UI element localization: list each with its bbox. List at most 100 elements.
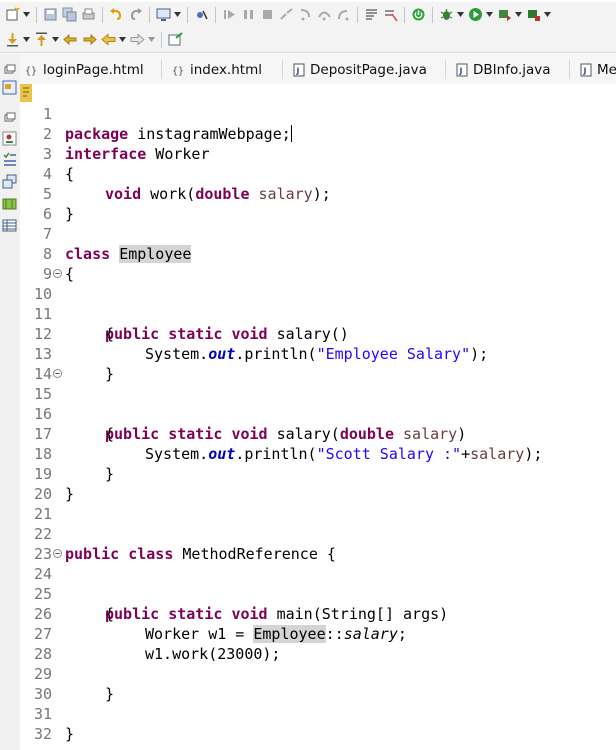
code-line: 1 package instagramWebpage; [20, 84, 616, 143]
open-task-icon[interactable] [168, 32, 183, 47]
use-step-filters-icon[interactable] [383, 7, 398, 22]
chevron-down-icon[interactable] [51, 32, 59, 47]
tab-label: DBInfo.java [473, 61, 551, 78]
chevron-down-icon[interactable] [118, 32, 126, 47]
toggle-comment-icon[interactable] [364, 7, 379, 22]
code-line: 20 [20, 464, 616, 503]
code-text: } [65, 724, 74, 744]
code-line: 30 [20, 664, 616, 703]
toolbar-separator [187, 6, 188, 23]
code-line: 3 { [20, 124, 616, 183]
disconnect-icon[interactable] [279, 7, 294, 22]
previous-annotation-icon[interactable] [34, 32, 49, 47]
undo-icon[interactable] [109, 7, 124, 22]
tab-label: loginPage.html [43, 61, 144, 78]
chevron-down-icon[interactable] [485, 7, 493, 22]
package-explorer-icon[interactable] [2, 80, 17, 95]
back-icon[interactable] [101, 32, 116, 47]
tab-label: Me [597, 61, 616, 78]
server-start-icon[interactable] [411, 7, 426, 22]
collapse-icon[interactable] [53, 369, 62, 378]
svg-text:{}: {} [25, 66, 37, 77]
chevron-down-icon[interactable] [147, 32, 155, 47]
code-line: 11 { [20, 284, 616, 343]
minimized-views-rail [0, 54, 21, 750]
toolbar-separator [404, 6, 405, 23]
line-number: 32 [33, 725, 52, 743]
print-icon[interactable] [81, 7, 96, 22]
collapse-icon[interactable] [53, 549, 62, 558]
save-icon[interactable] [43, 7, 58, 22]
edit-location-forward-icon[interactable] [82, 32, 97, 47]
tab-dbinfo-java[interactable]: J DBInfo.java [455, 56, 551, 83]
coverage-icon[interactable] [526, 7, 541, 22]
code-line: 16 { [20, 384, 616, 443]
new-icon[interactable] [5, 7, 20, 22]
toolbar-separator [161, 31, 162, 48]
chevron-down-icon[interactable] [173, 7, 181, 22]
skip-breakpoints-icon[interactable] [194, 7, 209, 22]
chevron-down-icon[interactable] [456, 7, 464, 22]
collapse-icon[interactable] [53, 269, 62, 278]
terminate-icon[interactable] [260, 7, 275, 22]
redo-icon[interactable] [128, 7, 143, 22]
next-annotation-icon[interactable] [5, 32, 20, 47]
html-file-icon: {} [172, 63, 186, 77]
tab-label: DepositPage.java [310, 61, 427, 78]
run-icon[interactable] [468, 7, 483, 22]
tab-loginpage-html[interactable]: {} loginPage.html [25, 56, 144, 83]
tab-index-html[interactable]: {} index.html [172, 56, 262, 83]
tab-divider [445, 60, 446, 79]
chevron-down-icon[interactable] [22, 32, 30, 47]
run-last-tool-icon[interactable] [497, 7, 512, 22]
restore-icon[interactable] [2, 110, 17, 125]
step-into-icon[interactable] [298, 7, 313, 22]
code-line: 19 } [20, 444, 616, 503]
chevron-down-icon[interactable] [543, 7, 551, 22]
tab-methodreference-java[interactable]: J Me [579, 56, 616, 83]
code-line: 14 [20, 344, 616, 383]
code-line: 18 } [20, 424, 616, 483]
last-edit-location-icon[interactable] [63, 32, 78, 47]
code-editor[interactable]: 1 package instagramWebpage; 2 interface … [20, 84, 616, 750]
code-line: 9 [20, 244, 616, 283]
tab-label: index.html [190, 61, 262, 78]
code-line: 13 } [20, 324, 616, 383]
code-line: 28 [20, 624, 616, 663]
toolbar-separator [102, 6, 103, 23]
code-line: 10 public static void salary() [20, 264, 616, 343]
tab-depositpage-java[interactable]: J DepositPage.java [292, 56, 427, 83]
task-list-icon[interactable] [2, 152, 17, 167]
svg-text:J: J [583, 66, 587, 75]
tab-divider [569, 60, 570, 79]
code-line: 31 } [20, 684, 616, 743]
step-return-icon[interactable] [336, 7, 351, 22]
properties-icon[interactable] [2, 218, 17, 233]
code-line: 22 public class MethodReference { [20, 504, 616, 563]
forward-icon[interactable] [130, 32, 145, 47]
svg-text:J: J [296, 66, 300, 75]
svg-text:{}: {} [172, 66, 184, 77]
code-line: 25 { [20, 564, 616, 623]
resume-icon[interactable] [222, 7, 237, 22]
code-line: 32 [20, 704, 616, 743]
toolbar-separator [149, 6, 150, 23]
save-all-icon[interactable] [62, 7, 77, 22]
suspend-icon[interactable] [241, 7, 256, 22]
svg-text:J: J [459, 66, 463, 75]
outline-icon[interactable] [2, 131, 17, 146]
chevron-down-icon[interactable] [514, 7, 522, 22]
debug-icon[interactable] [439, 7, 454, 22]
code-line: 4 void work(double salary); [20, 144, 616, 203]
step-over-icon[interactable] [317, 7, 332, 22]
java-file-icon: J [292, 63, 306, 77]
code-line: 6 [20, 184, 616, 223]
servers-icon[interactable] [2, 174, 17, 189]
code-line: 27 w1.work(23000); [20, 604, 616, 663]
code-line: 23 [20, 524, 616, 563]
chevron-down-icon[interactable] [22, 7, 30, 22]
restore-icon[interactable] [2, 62, 17, 77]
data-source-icon[interactable] [2, 196, 17, 211]
console-icon[interactable] [156, 7, 171, 22]
brace: } [65, 725, 75, 743]
